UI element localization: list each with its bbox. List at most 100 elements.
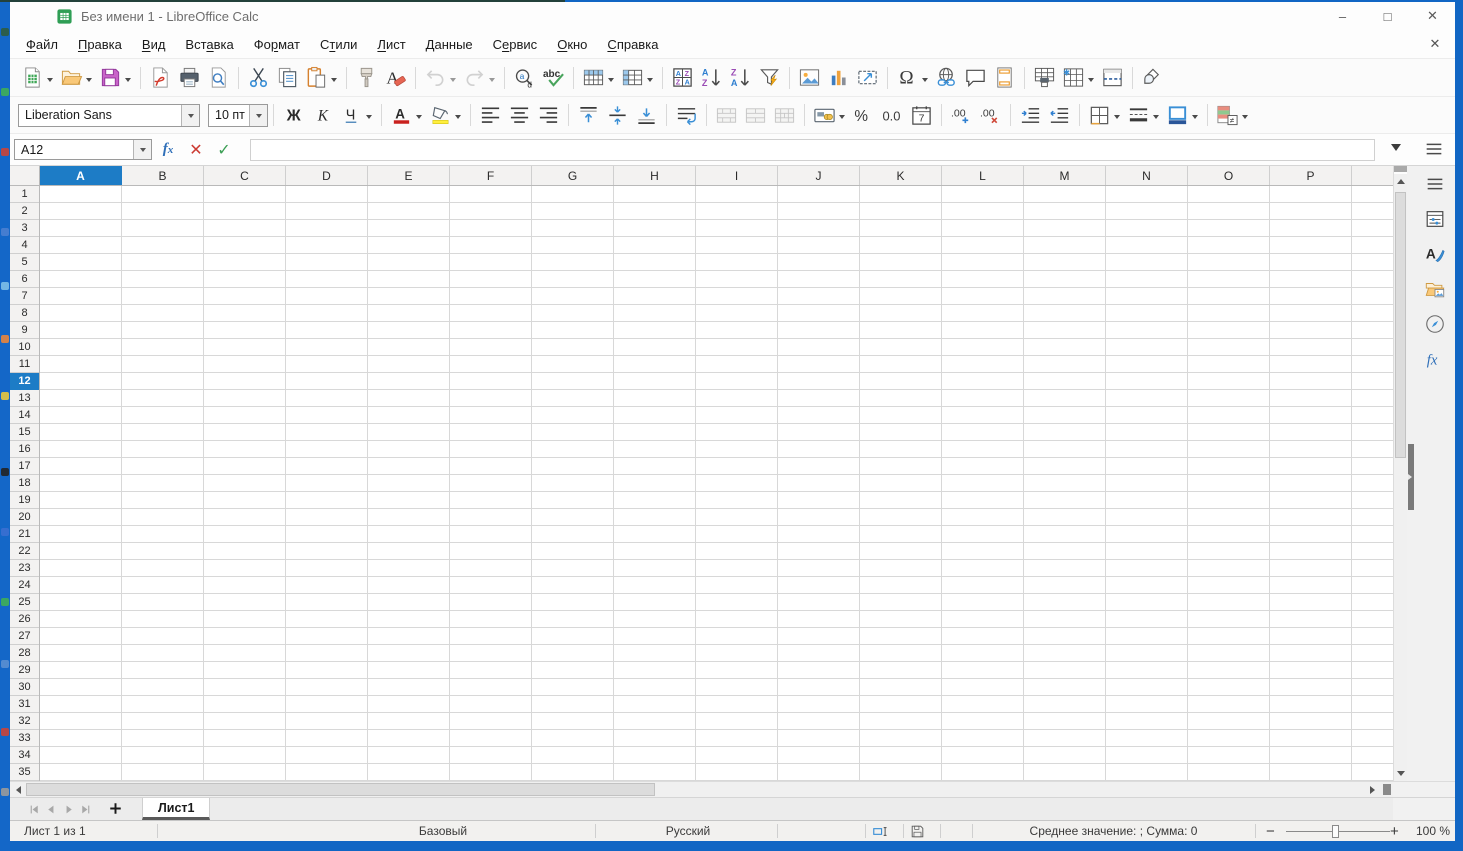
format-currency-button[interactable] — [810, 101, 849, 129]
row-header-33[interactable]: 33 — [10, 730, 39, 747]
column-header-A[interactable]: A — [40, 166, 122, 185]
align-bottom-button[interactable] — [632, 101, 661, 129]
page-style-status[interactable]: Базовый — [373, 821, 513, 841]
format-date-button[interactable]: 7 — [907, 101, 936, 129]
close-button[interactable]: ✕ — [1410, 2, 1455, 30]
row-header-14[interactable]: 14 — [10, 407, 39, 424]
horizontal-scroll-thumb[interactable] — [26, 783, 655, 796]
language-status[interactable]: Русский — [618, 821, 758, 841]
spreadsheet-grid[interactable] — [40, 186, 1393, 781]
row-header-22[interactable]: 22 — [10, 543, 39, 560]
sidebar-styles-icon[interactable]: A — [1421, 240, 1449, 268]
column-header-M[interactable]: M — [1024, 166, 1106, 185]
sidebar-gallery-icon[interactable] — [1421, 275, 1449, 303]
menu-сервис[interactable]: Сервис — [483, 33, 548, 56]
row-header-6[interactable]: 6 — [10, 271, 39, 288]
previous-sheet-icon[interactable] — [43, 801, 60, 818]
column-header-B[interactable]: B — [122, 166, 204, 185]
sort-ascending-button[interactable]: AZ — [697, 64, 726, 92]
sidebar-navigator-icon[interactable] — [1421, 310, 1449, 338]
new-doc-button[interactable] — [18, 64, 57, 92]
insert-chart-button[interactable] — [824, 64, 853, 92]
menu-лист[interactable]: Лист — [367, 33, 415, 56]
bold-button[interactable]: Ж — [279, 101, 308, 129]
horizontal-split-handle[interactable] — [1381, 782, 1393, 797]
special-character-button[interactable]: Ω — [893, 64, 932, 92]
find-replace-button[interactable]: ad — [510, 64, 539, 92]
row-header-23[interactable]: 23 — [10, 560, 39, 577]
menu-формат[interactable]: Формат — [244, 33, 310, 56]
copy-button[interactable] — [273, 64, 302, 92]
row-header-27[interactable]: 27 — [10, 628, 39, 645]
border-style-button[interactable] — [1124, 101, 1163, 129]
border-color-button[interactable] — [1163, 101, 1202, 129]
row-header-18[interactable]: 18 — [10, 475, 39, 492]
align-center-button[interactable] — [505, 101, 534, 129]
row-header-34[interactable]: 34 — [10, 747, 39, 764]
delete-decimal-button[interactable]: .00 — [976, 101, 1005, 129]
row-header-25[interactable]: 25 — [10, 594, 39, 611]
first-sheet-icon[interactable] — [26, 801, 43, 818]
merge-center-button[interactable] — [712, 101, 741, 129]
row-header-35[interactable]: 35 — [10, 764, 39, 781]
vertical-split-handle[interactable] — [1394, 166, 1407, 174]
accept-icon[interactable]: ✓ — [212, 138, 236, 162]
highlight-color-button[interactable] — [426, 101, 465, 129]
row-header-30[interactable]: 30 — [10, 679, 39, 696]
sidebar-properties-icon[interactable] — [1421, 205, 1449, 233]
center-vertically-button[interactable] — [603, 101, 632, 129]
column-header-N[interactable]: N — [1106, 166, 1188, 185]
font-name-combo[interactable]: Liberation Sans — [18, 103, 200, 127]
insert-column-button[interactable] — [618, 64, 657, 92]
column-header-I[interactable]: I — [696, 166, 778, 185]
row-header-28[interactable]: 28 — [10, 645, 39, 662]
name-box-dropdown-icon[interactable] — [133, 140, 151, 159]
row-header-5[interactable]: 5 — [10, 254, 39, 271]
italic-button[interactable]: К — [308, 101, 337, 129]
decrease-indent-button[interactable] — [1045, 101, 1074, 129]
menu-стили[interactable]: Стили — [310, 33, 367, 56]
column-headers[interactable]: ABCDEFGHIJKLMNOP — [40, 166, 1393, 186]
row-header-16[interactable]: 16 — [10, 441, 39, 458]
font-color-button[interactable]: A — [387, 101, 426, 129]
insert-textbox-button[interactable] — [853, 64, 882, 92]
align-top-button[interactable] — [574, 101, 603, 129]
column-header-H[interactable]: H — [614, 166, 696, 185]
row-header-11[interactable]: 11 — [10, 356, 39, 373]
insert-image-button[interactable] — [795, 64, 824, 92]
row-header-12[interactable]: 12 — [10, 373, 39, 390]
zoom-level[interactable]: 100 % — [1408, 821, 1450, 841]
column-header-O[interactable]: O — [1188, 166, 1270, 185]
undo-button[interactable] — [421, 64, 460, 92]
column-header-F[interactable]: F — [450, 166, 532, 185]
font-size-dropdown-icon[interactable] — [249, 104, 267, 126]
zoom-in-button[interactable]: + — [1390, 821, 1399, 841]
row-headers[interactable]: 1 2 3 4 5 6 7 8 9 10 11 12 13 14 15 16 17 18 19 20 21 22 23 24 2… — [10, 186, 40, 781]
row-header-24[interactable]: 24 — [10, 577, 39, 594]
hyperlink-button[interactable] — [932, 64, 961, 92]
row-header-15[interactable]: 15 — [10, 424, 39, 441]
menu-окно[interactable]: Окно — [547, 33, 597, 56]
menu-правка[interactable]: Правка — [68, 33, 132, 56]
cut-button[interactable] — [244, 64, 273, 92]
headers-footers-button[interactable] — [990, 64, 1019, 92]
conditional-formatting-button[interactable]: ≠ — [1213, 101, 1252, 129]
row-header-8[interactable]: 8 — [10, 305, 39, 322]
sidebar-sidebar-menu-icon[interactable] — [1421, 170, 1449, 198]
increase-indent-button[interactable] — [1016, 101, 1045, 129]
wrap-text-button[interactable] — [672, 101, 701, 129]
export-pdf-button[interactable] — [146, 64, 175, 92]
underline-button[interactable]: Ч — [337, 101, 376, 129]
last-sheet-icon[interactable] — [77, 801, 94, 818]
align-right-button[interactable] — [534, 101, 563, 129]
column-header-J[interactable]: J — [778, 166, 860, 185]
sidebar-menu-icon[interactable] — [1423, 138, 1447, 162]
draw-functions-button[interactable] — [1138, 64, 1167, 92]
horizontal-scroll-track[interactable] — [26, 782, 1365, 797]
add-decimal-button[interactable]: .00 — [947, 101, 976, 129]
horizontal-scrollbar[interactable] — [10, 781, 1455, 797]
cancel-icon[interactable]: ✕ — [184, 138, 208, 162]
close-document-icon[interactable]: ✕ — [1425, 34, 1445, 54]
menu-вставка[interactable]: Вставка — [175, 33, 243, 56]
column-header-D[interactable]: D — [286, 166, 368, 185]
